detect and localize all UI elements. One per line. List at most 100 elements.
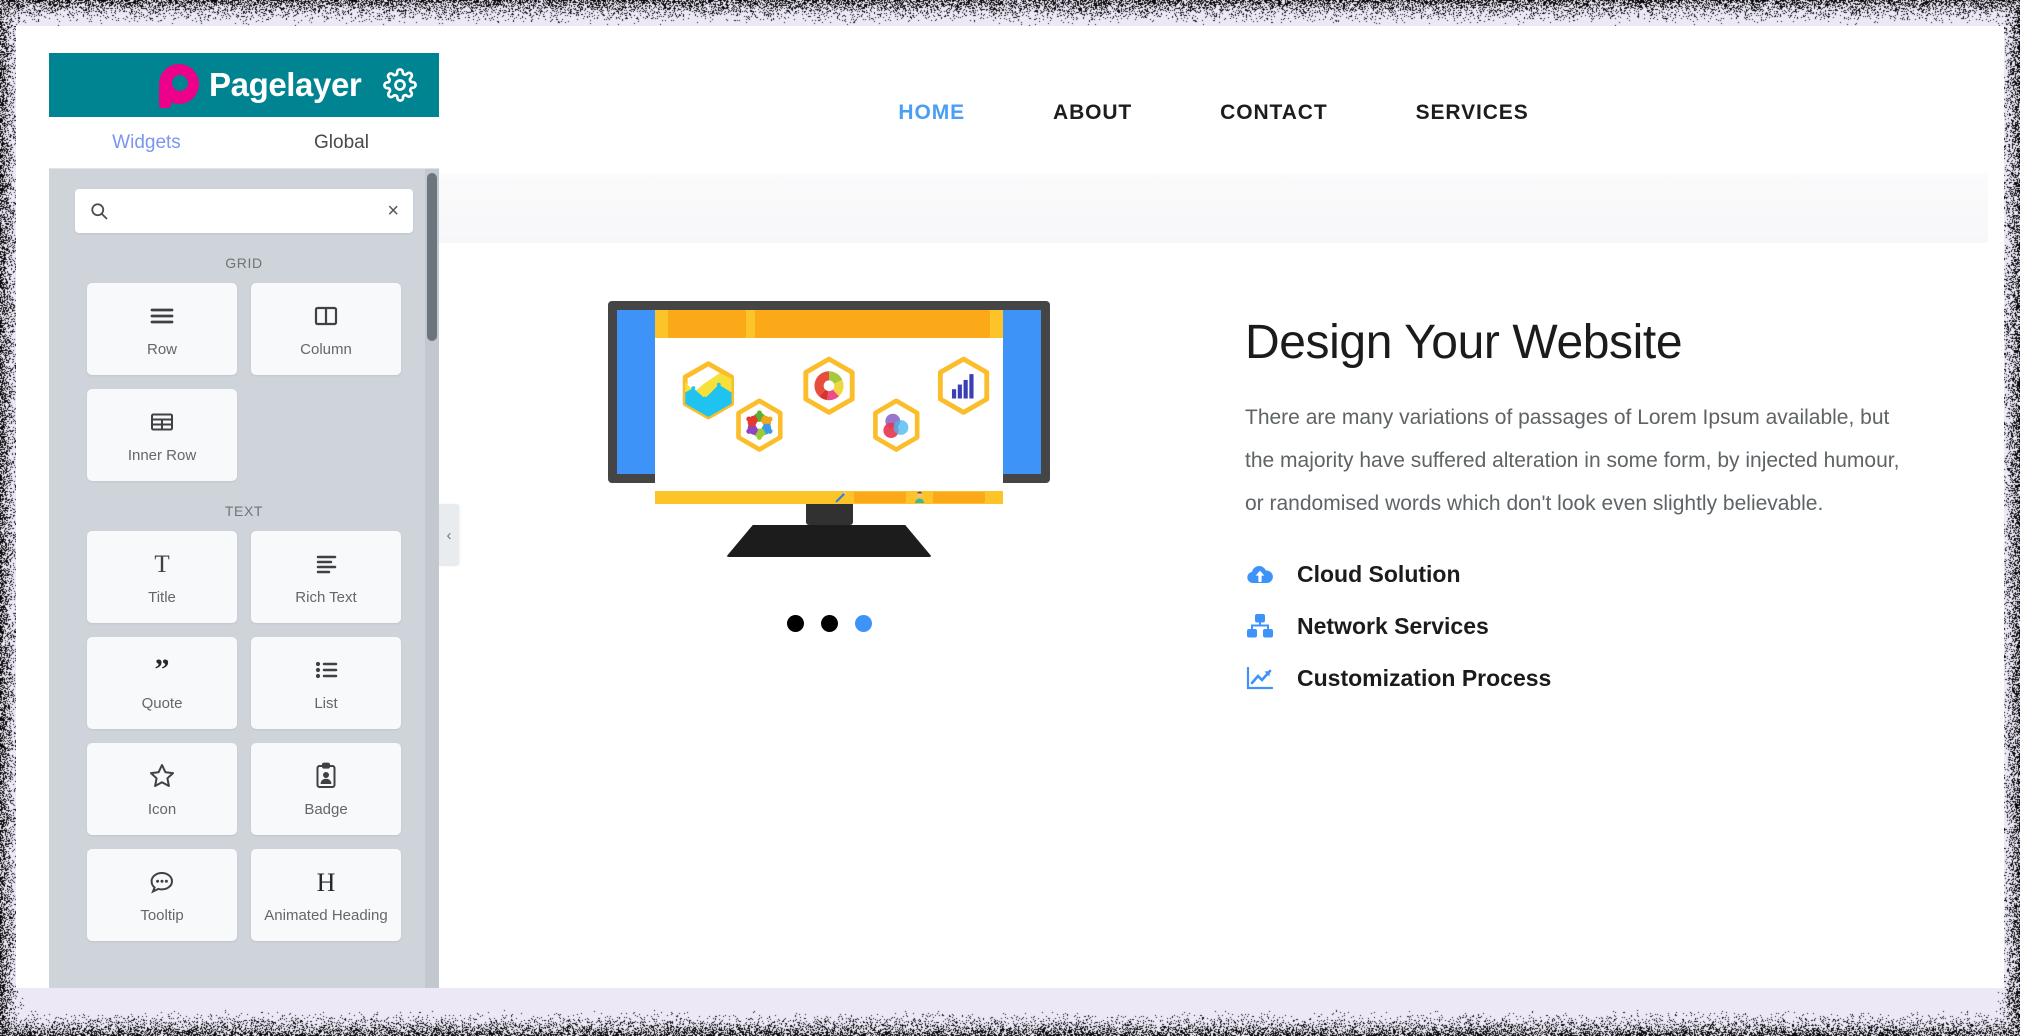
gear-icon[interactable] (383, 68, 417, 102)
widget-label: Column (300, 341, 352, 358)
widget-label: List (314, 695, 337, 712)
svg-text:T: T (154, 551, 169, 577)
carousel-dots (787, 615, 872, 632)
screen-nav-block (755, 310, 990, 338)
clear-x-icon[interactable]: × (381, 201, 399, 221)
line-chart-icon (1245, 663, 1275, 693)
group-label-grid: GRID (49, 255, 439, 271)
screen-header-bar (655, 310, 1003, 338)
screen-footer-bar (655, 491, 1003, 504)
sidebar-collapse-toggle[interactable]: ‹ (439, 504, 459, 566)
bullet-list-icon (312, 655, 340, 685)
widget-row[interactable]: Row (87, 283, 237, 375)
heading-h-icon: H (312, 867, 340, 897)
svg-text:”: ” (155, 657, 170, 683)
venn-circles-hex-icon (875, 401, 917, 450)
hero-illustration-column (449, 301, 1209, 632)
feature-network-services: Network Services (1245, 611, 1908, 641)
widgets-sidebar: Pagelayer Widgets Global × GRID Row Colu… (49, 53, 439, 988)
hero-copy-column: Design Your Website There are many varia… (1209, 301, 1988, 715)
sidebar-scrollbar-thumb[interactable] (427, 173, 437, 341)
carousel-dot-2[interactable] (821, 615, 838, 632)
brand: Pagelayer (159, 64, 361, 106)
speech-bubble-icon (147, 867, 177, 897)
widget-badge[interactable]: Badge (251, 743, 401, 835)
donut-chart-hex-icon (806, 359, 852, 412)
widget-search-box[interactable]: × (75, 189, 413, 233)
widget-column[interactable]: Column (251, 283, 401, 375)
widget-label: Animated Heading (264, 907, 387, 924)
monitor-bezel (608, 301, 1050, 483)
monitor-screen (617, 310, 1041, 474)
brand-name: Pagelayer (209, 66, 361, 104)
site-preview-canvas: HOME ABOUT CONTACT SERVICES Design Your … (439, 53, 1988, 988)
nav-link-services[interactable]: SERVICES (1416, 101, 1529, 125)
widget-grid-text: T Title Rich Text ” Quote List Icon Badg… (49, 531, 439, 941)
widget-tooltip[interactable]: Tooltip (87, 849, 237, 941)
quote-icon: ” (147, 655, 177, 685)
svg-text:H: H (317, 869, 336, 895)
search-icon (89, 201, 109, 221)
sidebar-scrollbar[interactable] (425, 169, 439, 988)
area-chart-hex-icon (683, 364, 734, 420)
hex-icon-row (655, 338, 1003, 491)
feature-label: Customization Process (1297, 665, 1551, 692)
widget-label: Badge (304, 801, 347, 818)
widget-label: Quote (142, 695, 183, 712)
align-left-icon (312, 549, 340, 579)
widget-label: Title (148, 589, 176, 606)
nav-link-about[interactable]: ABOUT (1053, 101, 1132, 125)
bar-chart-hex-icon (940, 359, 986, 412)
widget-label: Icon (148, 801, 176, 818)
pencil-icon (834, 491, 847, 504)
pagelayer-logo-icon (159, 64, 199, 106)
tab-global[interactable]: Global (244, 117, 439, 168)
columns-icon (312, 301, 340, 331)
carousel-dot-3[interactable] (855, 615, 872, 632)
feature-cloud-solution: Cloud Solution (1245, 559, 1908, 589)
screen-logo-block (668, 310, 746, 338)
widget-title[interactable]: T Title (87, 531, 237, 623)
hero-section: Design Your Website There are many varia… (439, 243, 1988, 715)
screen-right-margin (1003, 310, 1041, 474)
nav-link-home[interactable]: HOME (898, 101, 965, 125)
screen-footer-block (933, 492, 985, 503)
search-input[interactable] (109, 201, 381, 221)
pagelayer-editor-window: Pagelayer Widgets Global × GRID Row Colu… (16, 26, 2004, 988)
monitor-base (726, 525, 932, 557)
teamwork-ring-hex-icon (739, 401, 781, 450)
screen-left-margin (617, 310, 655, 474)
widget-quote[interactable]: ” Quote (87, 637, 237, 729)
widget-label: Row (147, 341, 177, 358)
sidebar-header: Pagelayer (49, 53, 439, 117)
widget-label: Inner Row (128, 447, 196, 464)
widget-animated-heading[interactable]: H Animated Heading (251, 849, 401, 941)
tab-widgets[interactable]: Widgets (49, 117, 244, 168)
site-navigation: HOME ABOUT CONTACT SERVICES (439, 53, 1988, 173)
feature-label: Cloud Solution (1297, 561, 1461, 588)
screen-content-area (655, 338, 1003, 491)
user-avatar-icon (913, 491, 926, 504)
group-label-text: TEXT (49, 503, 439, 519)
widget-icon[interactable]: Icon (87, 743, 237, 835)
search-area: × (49, 169, 439, 233)
sidebar-body: × GRID Row Column Inner Row TEXT T Title… (49, 169, 439, 988)
star-icon (148, 761, 176, 791)
feature-customization-process: Customization Process (1245, 663, 1908, 693)
nav-link-contact[interactable]: CONTACT (1220, 101, 1327, 125)
carousel-dot-1[interactable] (787, 615, 804, 632)
cloud-upload-icon (1245, 559, 1275, 589)
widget-label: Rich Text (295, 589, 356, 606)
widget-grid-grid: Row Column Inner Row (49, 283, 439, 481)
id-badge-icon (314, 761, 338, 791)
sidebar-tabs: Widgets Global (49, 117, 439, 169)
desktop-monitor-illustration (608, 301, 1050, 557)
feature-label: Network Services (1297, 613, 1489, 640)
screen-footer-block (854, 492, 906, 503)
widget-inner-row[interactable]: Inner Row (87, 389, 237, 481)
hero-paragraph: There are many variations of passages of… (1245, 396, 1908, 525)
chevron-left-icon: ‹ (447, 528, 452, 543)
text-title-icon: T (148, 549, 176, 579)
widget-rich-text[interactable]: Rich Text (251, 531, 401, 623)
widget-list[interactable]: List (251, 637, 401, 729)
